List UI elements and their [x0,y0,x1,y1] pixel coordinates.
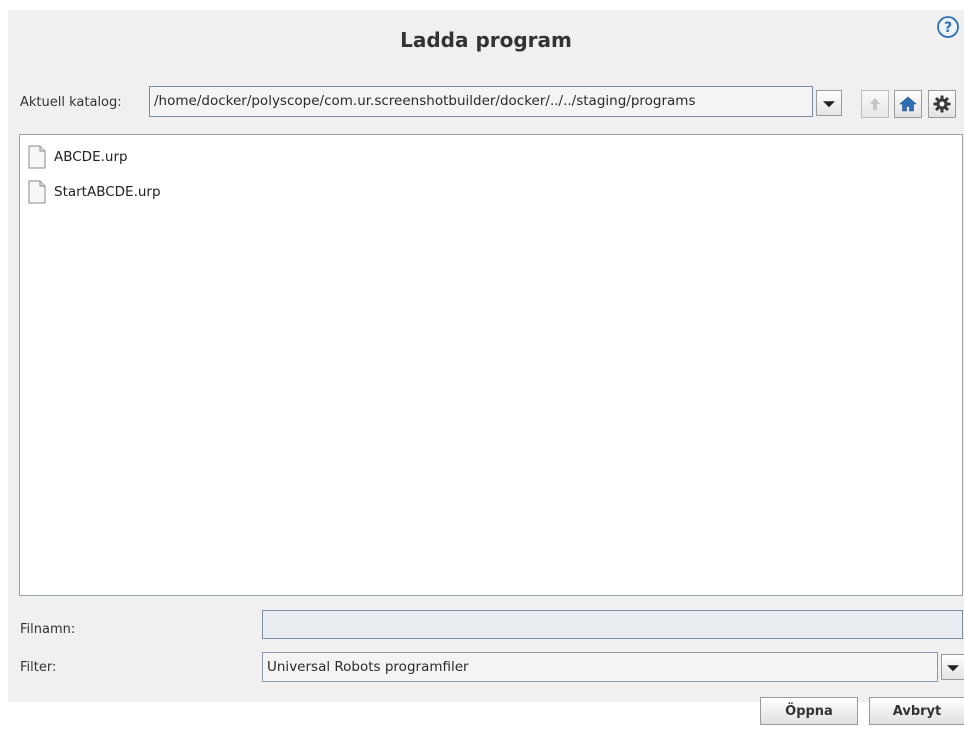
dialog-title: Ladda program [400,28,572,52]
open-button[interactable]: Öppna [760,697,858,725]
file-icon [28,180,46,204]
file-name: StartABCDE.urp [54,184,161,200]
filter-dropdown-button[interactable] [941,654,964,680]
chevron-down-icon [823,101,835,108]
file-item[interactable]: ABCDE.urp [28,144,128,170]
gear-icon [933,95,951,113]
directory-dropdown-button[interactable] [816,90,842,116]
arrow-up-icon [870,98,880,110]
file-list[interactable]: ABCDE.urp StartABCDE.urp [19,134,963,596]
svg-text:?: ? [944,20,952,36]
directory-label: Aktuell katalog: [20,95,122,110]
file-item[interactable]: StartABCDE.urp [28,179,161,205]
chevron-down-icon [947,665,959,672]
filename-label: Filnamn: [20,622,76,637]
file-name: ABCDE.urp [54,149,128,165]
filter-combobox[interactable]: Universal Robots programfiler [262,652,938,682]
settings-button[interactable] [928,90,956,118]
load-program-dialog: Ladda program ? Aktuell katalog: /home/d… [8,10,964,725]
parent-directory-button[interactable] [861,90,889,118]
cancel-button[interactable]: Avbryt [869,697,964,725]
filename-input[interactable] [262,610,963,639]
filter-label: Filter: [20,660,57,675]
home-icon [899,96,917,112]
directory-combobox[interactable]: /home/docker/polyscope/com.ur.screenshot… [149,86,813,117]
help-icon[interactable]: ? [937,16,959,38]
home-directory-button[interactable] [894,90,922,118]
file-icon [28,145,46,169]
